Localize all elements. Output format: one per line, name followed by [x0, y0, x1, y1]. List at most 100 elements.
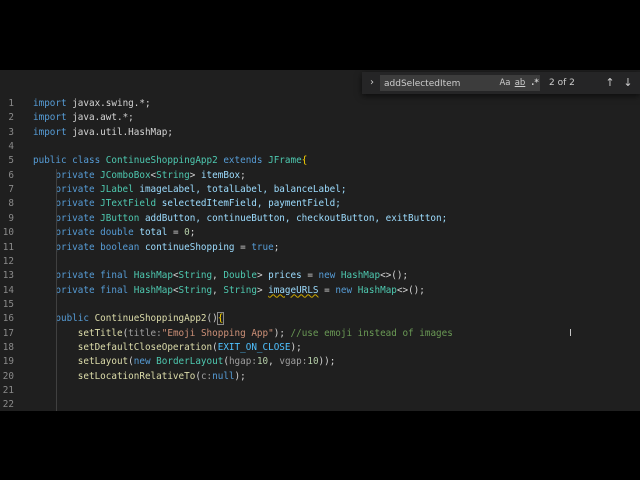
line-number: 10	[2, 227, 14, 239]
code-text: private JLabel imageLabel, totalLabel, b…	[33, 183, 346, 197]
code-line[interactable]: 16 public ContinueShoppingApp2(){	[0, 312, 640, 326]
code-token: );	[234, 370, 246, 382]
code-token: private	[33, 198, 101, 210]
code-line[interactable]: 3 import java.util.HashMap;	[0, 126, 640, 140]
line-number: 19	[2, 356, 14, 368]
code-line[interactable]: 12	[0, 255, 640, 269]
code-token: <>();	[380, 270, 409, 282]
find-widget: › addSelectedItem Aa ab .* 2 of 2 ↑ ↓	[362, 72, 640, 94]
code-token: 10	[256, 356, 269, 368]
code-token: javax.swing.*;	[66, 98, 151, 109]
code-token: JButton	[100, 212, 140, 224]
code-line[interactable]: 6 private JComboBox<String> itemBox;	[0, 169, 640, 183]
code-line[interactable]: 14 private final HashMap<String, String>…	[0, 284, 640, 298]
code-token: java.awt.*;	[66, 112, 134, 124]
whole-word-toggle[interactable]: ab	[513, 77, 527, 89]
code-line[interactable]: 20 setLocationRelativeTo(c:null);	[0, 370, 640, 384]
code-line[interactable]: 1 import javax.swing.*;	[0, 97, 640, 111]
line-number: 11	[2, 241, 14, 253]
code-token: {	[301, 155, 308, 167]
code-editor[interactable]: 1 import javax.swing.*; 2 import java.awt.*…	[0, 70, 640, 411]
code-token: import	[33, 98, 67, 109]
code-token: setDefaultCloseOperation	[77, 341, 213, 353]
match-case-toggle[interactable]: Aa	[498, 77, 512, 89]
code-token: imageURLS	[268, 284, 319, 296]
code-token: //use emoji instead of images	[290, 327, 453, 339]
code-token: import	[33, 126, 67, 138]
code-text: public class ContinueShoppingApp2 extend…	[33, 154, 307, 168]
code-token: ,	[268, 356, 280, 368]
code-token: ,	[212, 270, 224, 282]
code-token: =	[301, 270, 319, 282]
code-text: setLocationRelativeTo(c:null);	[33, 370, 246, 384]
code-token: );	[290, 341, 302, 353]
code-line[interactable]: 4	[0, 140, 640, 154]
regex-toggle[interactable]: .*	[528, 77, 542, 89]
code-token: HashMap	[133, 270, 173, 282]
line-number: 17	[2, 327, 14, 339]
code-line[interactable]: 5 public class ContinueShoppingApp2 exten…	[0, 154, 640, 168]
code-text: import java.util.HashMap;	[33, 126, 173, 140]
code-token: private	[33, 169, 101, 181]
code-token: setTitle	[77, 327, 123, 339]
code-line[interactable]: 18 setDefaultCloseOperation(EXIT_ON_CLOS…	[0, 341, 640, 355]
line-number: 22	[2, 399, 14, 411]
code-token: private final	[33, 270, 134, 282]
code-line[interactable]: 10 private double total = 0;	[0, 226, 640, 240]
code-line[interactable]: 17 setTitle(title:"Emoji Shopping App");…	[0, 327, 640, 341]
line-number: 4	[8, 141, 14, 153]
arrow-down-icon[interactable]: ↓	[621, 76, 635, 90]
code-line[interactable]: 8 private JTextField selectedItemField, …	[0, 197, 640, 211]
code-token: setLayout	[77, 356, 129, 368]
code-token: ,	[212, 284, 224, 296]
code-token: =	[318, 284, 336, 296]
code-token: new	[133, 356, 157, 368]
code-token: java.util.HashMap;	[66, 126, 173, 138]
code-token: ;	[273, 241, 280, 253]
code-text: private JButton addButton, continueButto…	[33, 212, 447, 226]
code-token: addButton, continueButton, checkoutButto…	[139, 212, 448, 224]
code-line[interactable]: 7 private JLabel imageLabel, totalLabel,…	[0, 183, 640, 197]
match-count: 2 of 2	[549, 78, 575, 88]
code-token: <>();	[396, 284, 425, 296]
code-text: public ContinueShoppingApp2(){	[33, 312, 225, 326]
chevron-right-icon[interactable]: ›	[366, 76, 378, 90]
code-line[interactable]: 9 private JButton addButton, continueBut…	[0, 212, 640, 226]
code-token: prices	[268, 270, 302, 282]
code-token: private double	[33, 227, 140, 239]
code-token: private boolean	[33, 241, 145, 253]
line-number: 3	[8, 126, 14, 138]
arrow-up-icon[interactable]: ↑	[603, 76, 617, 90]
code-line[interactable]: 21	[0, 384, 640, 398]
code-text: import javax.swing.*;	[33, 97, 151, 111]
code-token: "Emoji Shopping App"	[161, 327, 274, 339]
code-token: true	[251, 241, 274, 253]
line-number: 14	[2, 284, 14, 296]
line-number: 5	[8, 155, 14, 167]
code-line[interactable]: 22	[0, 398, 640, 411]
code-line[interactable]: 13 private final HashMap<String, Double>…	[0, 269, 640, 283]
code-line[interactable]: 19 setLayout(new BorderLayout(hgap:10, v…	[0, 355, 640, 369]
code-token: hgap:	[228, 356, 257, 368]
code-text: setDefaultCloseOperation(EXIT_ON_CLOSE);	[33, 341, 302, 355]
code-line[interactable]: 15	[0, 298, 640, 312]
code-token: =	[167, 227, 185, 239]
code-token: new	[335, 284, 358, 296]
code-token: public	[33, 313, 95, 325]
code-token: selectedItemField, paymentField;	[156, 198, 341, 210]
code-line[interactable]: 11 private boolean continueShopping = tr…	[0, 241, 640, 255]
code-token: private final	[33, 284, 134, 296]
line-number: 15	[2, 298, 14, 310]
indent-guide	[56, 168, 57, 411]
code-token: public class	[33, 155, 106, 167]
text-cursor-icon: I	[569, 328, 572, 339]
line-number: 12	[2, 255, 14, 267]
code-text: import java.awt.*;	[33, 111, 134, 125]
code-token: HashMap	[357, 284, 397, 296]
code-token: ));	[318, 356, 336, 368]
code-token: ()	[206, 313, 218, 325]
code-token: =	[234, 241, 252, 253]
code-line[interactable]: 2 import java.awt.*;	[0, 111, 640, 125]
code-token: null	[212, 370, 235, 382]
code-token: JTextField	[100, 198, 157, 210]
